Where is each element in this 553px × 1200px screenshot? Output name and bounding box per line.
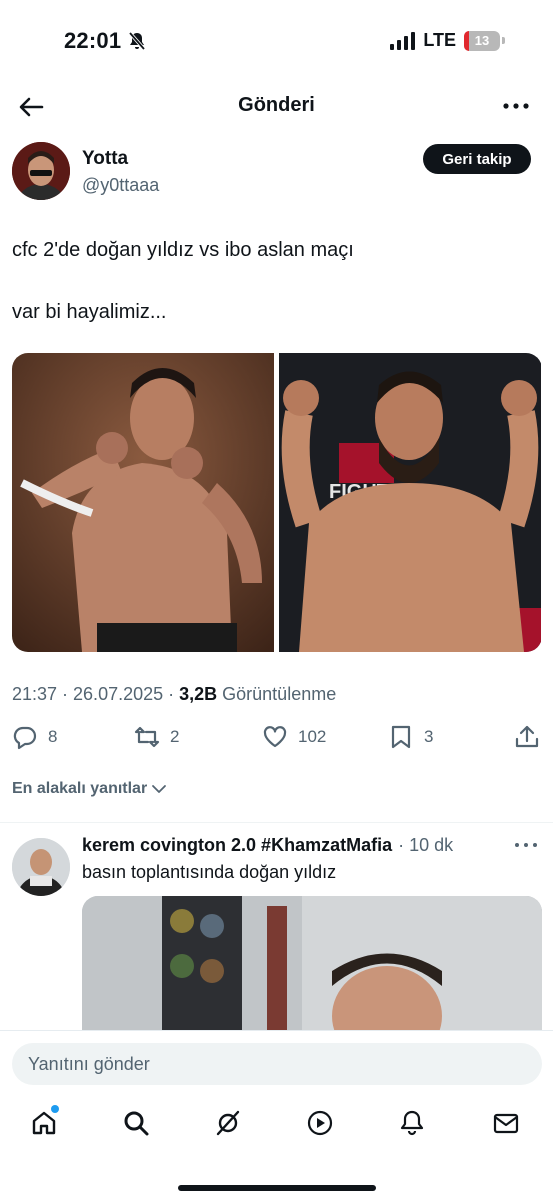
author-avatar[interactable] (12, 142, 70, 200)
battery-level: 13 (474, 33, 490, 48)
grok-icon (216, 1110, 240, 1136)
post-text: cfc 2'de doğan yıldız vs ibo aslan maçı … (12, 236, 532, 360)
messages-icon (493, 1113, 519, 1134)
more-icon (503, 103, 529, 109)
reply-count: 8 (48, 727, 58, 746)
tab-home[interactable] (28, 1105, 60, 1139)
home-icon (32, 1111, 56, 1135)
bottom-bar (0, 1030, 553, 1200)
header: Gönderi (0, 80, 553, 132)
search-icon (124, 1111, 149, 1136)
reply-author-name[interactable]: kerem covington 2.0 #KhamzatMafia (82, 835, 392, 856)
repost-button[interactable]: 2 (134, 724, 179, 750)
author-avatar-image (12, 142, 70, 200)
page-title: Gönderi (238, 94, 315, 116)
reply-compose-input[interactable] (12, 1043, 542, 1085)
status-time: 22:01 (64, 28, 147, 54)
post-meta: 21:37 · 26.07.2025 · 3,2B Görüntülenme (12, 684, 336, 705)
reply-header: kerem covington 2.0 #KhamzatMafia · 10 d… (82, 835, 453, 856)
reply-button[interactable]: 8 (12, 724, 57, 750)
bookmark-button[interactable]: 3 (388, 724, 433, 750)
post-image-right[interactable]: FIGHT (279, 353, 542, 652)
repost-icon (134, 726, 160, 748)
heart-icon (263, 726, 287, 748)
post-text-line: cfc 2'de doğan yıldız vs ibo aslan maçı (12, 239, 354, 261)
divider (0, 822, 553, 823)
bell-muted-icon (128, 31, 146, 51)
post-image-left[interactable] (12, 353, 275, 652)
reply-more-button[interactable] (513, 838, 539, 852)
views-label: Görüntülenme (217, 684, 337, 704)
share-icon (515, 725, 539, 748)
signal-icon (390, 31, 416, 50)
reply-avatar-image (12, 838, 70, 896)
post-media: FIGHT (12, 353, 542, 652)
sort-label: En alakalı yanıtlar (12, 780, 148, 797)
repost-count: 2 (170, 727, 180, 746)
reply-avatar[interactable] (12, 838, 70, 896)
post-timestamp: 21:37 · 26.07.2025 · (12, 684, 180, 704)
tab-notifications[interactable] (396, 1107, 428, 1139)
notifications-icon (400, 1110, 424, 1136)
reply-icon (13, 726, 37, 750)
home-indicator (178, 1185, 376, 1191)
chevron-down-icon (152, 785, 167, 793)
author-name[interactable]: Yotta (82, 148, 128, 170)
share-button[interactable] (514, 724, 540, 750)
tab-messages[interactable] (490, 1107, 522, 1139)
post-actions: 8 2 102 3 (12, 724, 542, 754)
reply-media[interactable] (82, 896, 542, 1036)
views-count: 3,2B (179, 684, 218, 704)
more-options-button[interactable] (501, 96, 531, 116)
more-icon (515, 843, 537, 847)
status-bar: 22:01 LTE 13 (0, 0, 553, 80)
video-icon (307, 1110, 333, 1136)
clock: 22:01 (64, 28, 122, 53)
notification-dot (51, 1105, 59, 1113)
like-button[interactable]: 102 (262, 724, 326, 750)
tab-video[interactable] (304, 1107, 336, 1139)
follow-back-button[interactable]: Geri takip (423, 144, 531, 174)
battery-icon: 13 (464, 30, 500, 51)
tab-grok[interactable] (212, 1107, 244, 1139)
tab-bar (0, 1105, 553, 1147)
reply-text: basın toplantısında doğan yıldız (82, 862, 337, 882)
tab-search[interactable] (120, 1107, 152, 1139)
bookmark-icon (391, 725, 411, 749)
author-handle[interactable]: @y0ttaaa (82, 175, 159, 196)
network-label: LTE (423, 30, 456, 50)
like-count: 102 (298, 727, 327, 746)
bookmark-count: 3 (424, 727, 434, 746)
replies-sort-dropdown[interactable]: En alakalı yanıtlar (12, 780, 167, 798)
reply-time: · 10 dk (398, 835, 454, 855)
post-text-line: var bi hayalimiz... (12, 301, 167, 323)
